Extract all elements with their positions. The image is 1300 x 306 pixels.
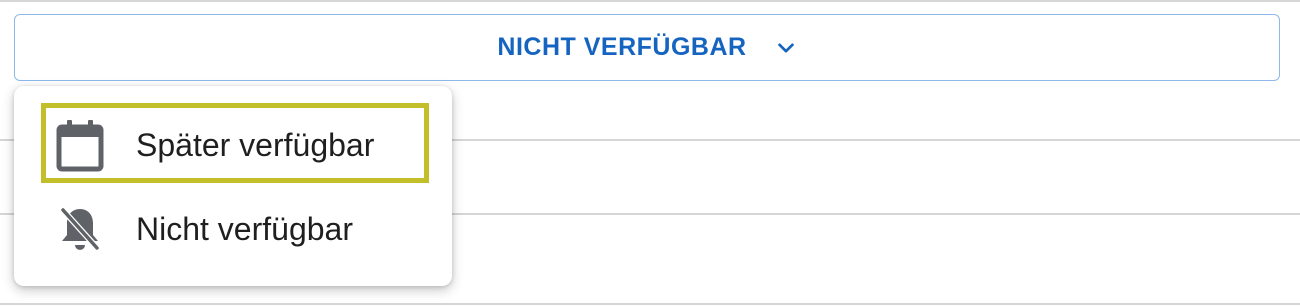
availability-menu: Später verfügbar Nicht verfügbar (14, 86, 452, 286)
divider-bottom (0, 303, 1300, 305)
dropdown-label: NICHT VERFÜGBAR (497, 33, 747, 61)
screen: NICHT VERFÜGBAR Später verfügbar Nicht v… (0, 0, 1300, 306)
menu-item-not-available[interactable]: Nicht verfügbar (14, 188, 452, 270)
menu-item-label: Nicht verfügbar (136, 210, 353, 247)
bell-off-icon (52, 201, 108, 257)
menu-item-later-available[interactable]: Später verfügbar (14, 104, 452, 186)
availability-dropdown-button[interactable]: NICHT VERFÜGBAR (14, 14, 1280, 81)
menu-item-label: Später verfügbar (136, 126, 375, 163)
calendar-icon (52, 117, 108, 173)
divider-top (0, 0, 1300, 2)
chevron-down-icon (775, 37, 797, 59)
